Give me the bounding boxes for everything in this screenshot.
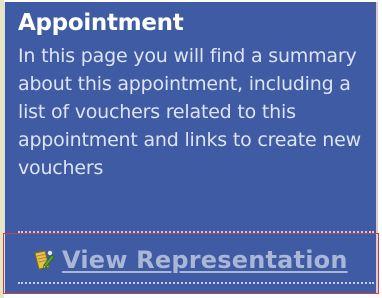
panel-description: In this page you will find a summary abo… xyxy=(18,45,361,179)
panel-title: Appointment xyxy=(18,10,184,36)
appointment-help-panel: Appointment In this page you will find a… xyxy=(0,0,382,298)
document-edit-icon xyxy=(30,247,56,273)
view-representation-label: View Representation xyxy=(62,246,348,274)
view-representation-link[interactable]: View Representation xyxy=(30,240,348,280)
